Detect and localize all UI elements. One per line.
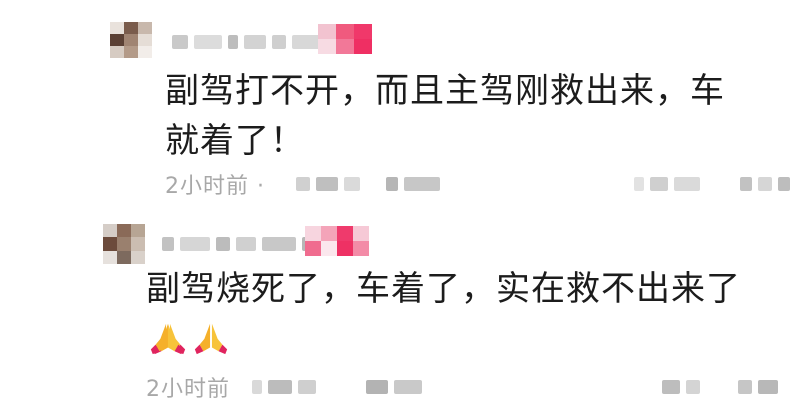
avatar[interactable] — [110, 22, 152, 58]
user-badge — [305, 226, 369, 256]
user-badge — [318, 24, 372, 54]
reply-button[interactable] — [366, 375, 422, 399]
dislike-button[interactable] — [738, 375, 778, 399]
avatar[interactable] — [103, 224, 145, 264]
comment-timestamp: 2小时前 · — [165, 174, 265, 199]
dislike-button[interactable] — [740, 172, 790, 196]
location-text — [252, 375, 316, 399]
username[interactable] — [162, 232, 314, 256]
comment-timestamp: 2小时前 — [146, 377, 230, 402]
like-button[interactable] — [662, 375, 700, 399]
emoji-row — [148, 318, 230, 356]
comment-text-content: 副驾烧死了，车着了，实在救不出来了 — [146, 269, 741, 309]
comment-text: 副驾烧死了，车着了，实在救不出来了 — [146, 264, 746, 364]
comment-item[interactable]: 副驾打不开，而且主驾刚救出来，车就着了！ 2小时前 · — [0, 0, 800, 200]
location-text — [296, 172, 360, 196]
folded-hands-emoji-icon — [150, 323, 184, 355]
reply-button[interactable] — [386, 172, 440, 196]
like-button[interactable] — [634, 172, 700, 196]
comment-text: 副驾打不开，而且主驾刚救出来，车就着了！ — [165, 71, 725, 161]
folded-hands-emoji-icon — [194, 323, 228, 355]
